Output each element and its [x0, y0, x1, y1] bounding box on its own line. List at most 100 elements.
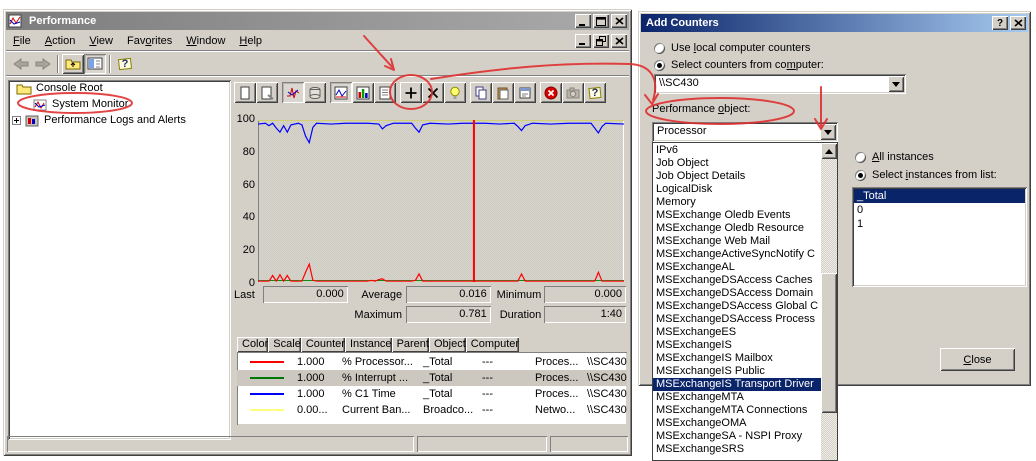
scroll-up-button[interactable] [821, 143, 837, 159]
properties-button[interactable] [514, 82, 536, 103]
instances-listbox: _Total01 [852, 187, 1027, 287]
delete-counter-button[interactable] [422, 82, 444, 103]
legend-column-header[interactable]: Scale [268, 337, 301, 352]
tree-item-system-monitor[interactable]: System Monitor [8, 96, 231, 112]
legend-column-header[interactable]: Object [429, 337, 466, 352]
delete-counter-icon [426, 86, 440, 100]
minimize-button[interactable] [575, 14, 591, 28]
performance-object-option[interactable]: MSExchangeDSAccess Process [653, 313, 821, 326]
clear-display-button[interactable] [256, 82, 278, 103]
legend-row[interactable]: 1.000 % Interrupt ... _Total --- Proces.… [237, 370, 627, 386]
dropdown-scrollbar[interactable] [821, 143, 837, 460]
view-graph-button[interactable] [330, 82, 352, 103]
performance-object-option[interactable]: Job Object Details [653, 170, 821, 183]
computer-combobox[interactable]: \\SC430 [654, 74, 906, 94]
view-log-data-button[interactable] [304, 82, 326, 103]
tree-item-console-root[interactable]: Console Root [8, 80, 231, 96]
radio-select-instances[interactable]: Select instances from list: [855, 169, 997, 181]
child-close-button[interactable] [611, 34, 627, 48]
performance-object-option[interactable]: MSExchangeIS [653, 339, 821, 352]
up-one-level-button[interactable] [62, 54, 84, 74]
view-log-data-icon [308, 86, 322, 100]
performance-object-option[interactable]: MSExchangeDSAccess Global C [653, 300, 821, 313]
y-axis-tick: 100 [237, 113, 255, 125]
view-report-button[interactable] [374, 82, 396, 103]
dialog-close-x-button[interactable] [1010, 16, 1026, 30]
performance-object-combobox[interactable]: Processor [652, 122, 838, 142]
performance-object-dropdown-button[interactable] [820, 124, 836, 140]
radio-use-local-counters[interactable]: Use local computer counters [654, 42, 810, 54]
help-button-monitor[interactable]: ? [584, 82, 606, 103]
instance-option[interactable]: _Total [854, 189, 1025, 203]
menu-item[interactable]: Favorites [120, 32, 179, 50]
legend-column-header[interactable]: Color [237, 337, 268, 352]
copy-properties-icon [474, 86, 488, 100]
performance-object-option[interactable]: MSExchangeIS Mailbox [653, 352, 821, 365]
menu-item[interactable]: Window [179, 32, 232, 50]
view-histogram-button[interactable] [352, 82, 374, 103]
performance-object-option[interactable]: Memory [653, 196, 821, 209]
tree-item-performance-logs[interactable]: Performance Logs and Alerts [8, 112, 231, 128]
close-button-dialog[interactable]: Close [940, 348, 1015, 371]
legend-row[interactable]: 1.000 % C1 Time _Total --- Proces... \\S… [237, 386, 627, 402]
legend-column-header[interactable]: Instance [345, 337, 392, 352]
performance-object-option[interactable]: MSExchangeIS Public [653, 365, 821, 378]
maximize-button[interactable] [593, 14, 609, 28]
freeze-display-button[interactable] [540, 82, 562, 103]
forward-button[interactable] [32, 54, 54, 74]
copy-properties-button[interactable] [470, 82, 492, 103]
performance-object-option[interactable]: MSExchangeOMA [653, 417, 821, 430]
dialog-title-bar[interactable]: Add Counters ? [641, 14, 1028, 32]
menu-item[interactable]: Action [38, 32, 83, 50]
expand-icon[interactable] [12, 116, 21, 125]
performance-object-option[interactable]: MSExchangeIS Transport Driver [653, 378, 821, 391]
update-data-button[interactable] [562, 82, 584, 103]
performance-object-option[interactable]: MSExchange Oledb Events [653, 209, 821, 222]
performance-object-option[interactable]: MSExchangeES [653, 326, 821, 339]
performance-object-option[interactable]: IPv6 [653, 144, 821, 157]
highlight-button[interactable] [444, 82, 466, 103]
legend-row[interactable]: 0.00... Current Ban... Broadco... --- Ne… [237, 402, 627, 418]
chevron-up-icon [825, 145, 833, 154]
back-button[interactable] [10, 54, 32, 74]
menu-item[interactable]: File [6, 32, 38, 50]
dialog-help-button[interactable]: ? [992, 16, 1008, 30]
performance-object-option[interactable]: MSExchangeMTA Connections [653, 404, 821, 417]
legend-column-header[interactable]: Parent [392, 337, 429, 352]
view-current-activity-button[interactable] [282, 82, 304, 103]
child-restore-button[interactable] [593, 34, 609, 48]
radio-all-instances[interactable]: All instances [855, 151, 934, 163]
show-console-tree-button[interactable] [84, 54, 106, 74]
child-minimize-button[interactable] [575, 34, 591, 48]
performance-object-option[interactable]: MSExchange Oledb Resource [653, 222, 821, 235]
counter-color-swatch [250, 377, 284, 379]
performance-object-option[interactable]: MSExchangeDSAccess Domain [653, 287, 821, 300]
menu-item[interactable]: Help [232, 32, 269, 50]
title-bar[interactable]: Performance [6, 12, 629, 30]
instance-option[interactable]: 0 [854, 203, 1025, 217]
performance-object-option[interactable]: LogicalDisk [653, 183, 821, 196]
help-button[interactable]: ? [114, 54, 136, 74]
add-counter-button[interactable] [400, 82, 422, 103]
performance-object-option[interactable]: MSExchangeDSAccess Caches [653, 274, 821, 287]
performance-object-option[interactable]: MSExchange Web Mail [653, 235, 821, 248]
legend-column-header[interactable]: Computer [466, 337, 519, 352]
radio-select-counters-from-computer[interactable]: Select counters from computer: [654, 59, 824, 71]
performance-object-option[interactable]: MSExchangeAL [653, 261, 821, 274]
new-counter-set-button[interactable] [234, 82, 256, 103]
performance-object-option[interactable]: MSExchangeSA - NSPI Proxy [653, 430, 821, 443]
scrollbar-thumb[interactable] [821, 273, 837, 413]
instance-option[interactable]: 1 [854, 217, 1025, 231]
computer-dropdown-button[interactable] [888, 76, 904, 92]
view-report-icon [378, 86, 392, 100]
performance-object-option[interactable]: MSExchangeSRS [653, 443, 821, 456]
performance-object-option[interactable]: MSExchangeActiveSyncNotify C [653, 248, 821, 261]
close-button[interactable] [611, 14, 627, 28]
menu-item[interactable]: View [82, 32, 120, 50]
legend-row[interactable]: 1.000 % Processor... _Total --- Proces..… [237, 354, 627, 370]
console-toolbar: ? [6, 52, 629, 76]
legend-column-header[interactable]: Counter [301, 337, 345, 352]
performance-object-option[interactable]: Job Object [653, 157, 821, 170]
performance-object-option[interactable]: MSExchangeMTA [653, 391, 821, 404]
paste-counter-list-button[interactable] [492, 82, 514, 103]
